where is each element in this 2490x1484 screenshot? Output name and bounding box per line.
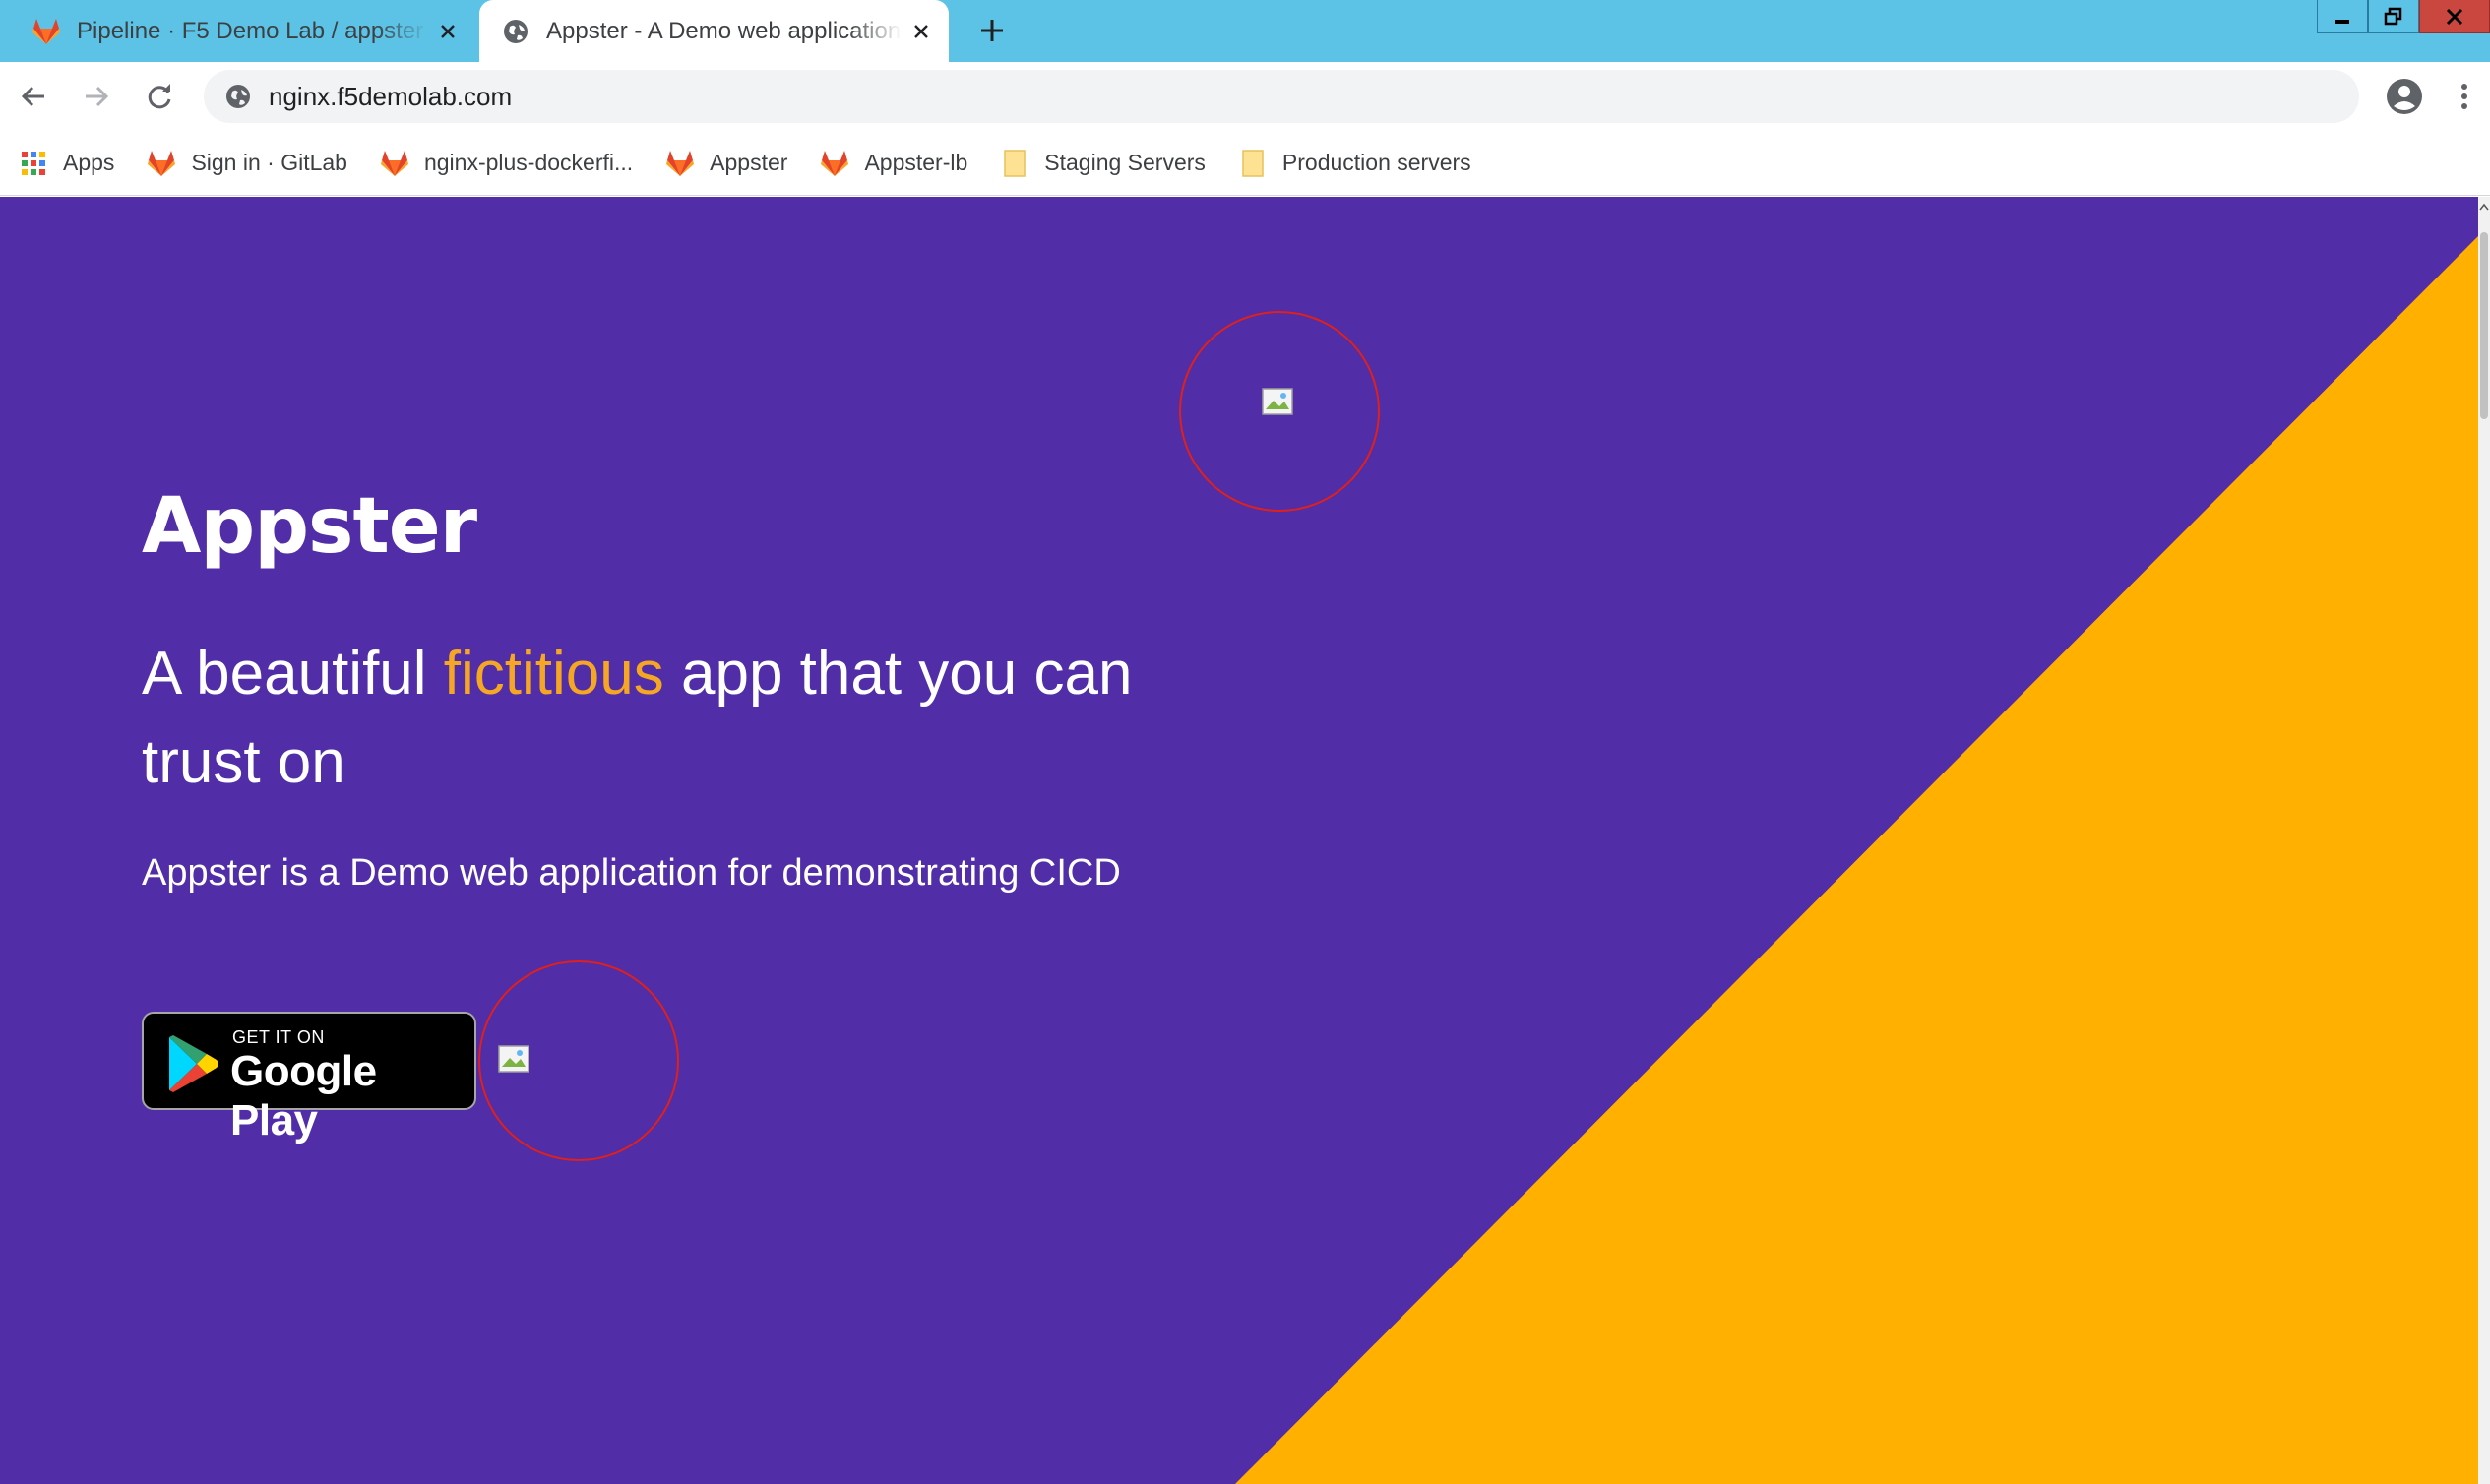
window-controls [2317,0,2490,33]
bookmark-label: Staging Servers [1044,150,1206,175]
bookmark-staging-servers[interactable]: Staging Servers [997,139,1206,188]
tab-strip: Pipeline · F5 Demo Lab / appster Appster… [0,0,2490,62]
bookmark-appster[interactable]: Appster [662,139,787,188]
arrow-right-icon [86,86,109,107]
google-play-icon [169,1035,218,1092]
forward-button[interactable] [73,73,120,120]
account-icon [2387,79,2422,114]
address-bar[interactable]: nginx.f5demolab.com [204,70,2359,123]
close-icon [2446,8,2463,25]
page-content: Appster A beautiful fictitious app that … [0,197,2478,1484]
bookmark-production-servers[interactable]: Production servers [1235,139,1471,188]
restore-icon [2384,7,2402,25]
tagline: A beautiful fictitious app that you can … [142,630,1244,807]
tab-title: Appster - A Demo web application [546,17,902,44]
app-title: Appster [142,482,477,571]
plus-icon [981,20,1003,41]
arrow-left-icon [21,86,44,107]
folder-icon [1235,146,1271,181]
restore-button[interactable] [2368,0,2419,33]
bookmark-label: Production servers [1281,150,1471,175]
tab-title: Pipeline · F5 Demo Lab / appster [77,17,424,44]
browser-toolbar: nginx.f5demolab.com [0,62,2490,131]
url-text[interactable]: nginx.f5demolab.com [269,82,512,112]
bookmarks-bar: Apps Sign in · GitLab nginx-plus-dockerf… [0,131,2490,196]
profile-button[interactable] [2380,72,2429,121]
more-vert-icon [2461,84,2467,109]
bookmark-apps[interactable]: Apps [16,139,114,188]
gitlab-icon [377,146,412,181]
reload-button[interactable] [136,73,183,120]
bookmark-label: Sign in · GitLab [191,150,347,175]
tagline-text: A beautiful [142,640,444,708]
bookmark-label: Appster-lb [864,150,968,175]
bookmark-nginx-plus[interactable]: nginx-plus-dockerfi... [377,139,633,188]
scroll-up-icon[interactable] [2478,203,2490,215]
annotation-circle [1179,311,1380,512]
bookmark-gitlab-signin[interactable]: Sign in · GitLab [144,139,347,188]
gitlab-icon [817,146,852,181]
new-tab-button[interactable] [969,8,1015,53]
minimize-button[interactable] [2317,0,2368,33]
bookmark-label: Appster [710,150,788,175]
gitlab-icon [144,146,179,181]
back-button[interactable] [10,73,57,120]
close-window-button[interactable] [2419,0,2490,33]
gitlab-icon [30,15,63,48]
folder-icon [997,146,1032,181]
close-icon[interactable] [902,12,941,51]
minimize-icon [2335,19,2349,24]
badge-small-text: GET IT ON [232,1027,325,1047]
gitlab-icon [662,146,698,181]
bookmark-label: Apps [63,150,115,175]
tab-appster[interactable]: Appster - A Demo web application [479,0,949,62]
apps-grid-icon [16,146,51,181]
close-icon[interactable] [428,12,467,51]
description-text: Appster is a Demo web application for de… [142,852,1121,894]
browser-menu-button[interactable] [2445,72,2484,121]
scroll-thumb[interactable] [2480,232,2488,419]
reload-icon [148,84,171,109]
badge-store-name: Google Play [230,1047,377,1144]
tagline-accent: fictitious [443,640,664,708]
page-scrollbar[interactable] [2478,197,2490,1484]
site-info-icon[interactable] [221,80,255,113]
bookmark-appster-lb[interactable]: Appster-lb [817,139,967,188]
bookmark-label: nginx-plus-dockerfi... [423,150,634,175]
google-play-badge[interactable]: GET IT ON Google Play [142,1012,476,1144]
globe-icon [499,15,532,48]
annotation-circle [478,960,679,1161]
tab-pipeline[interactable]: Pipeline · F5 Demo Lab / appster [0,0,475,62]
